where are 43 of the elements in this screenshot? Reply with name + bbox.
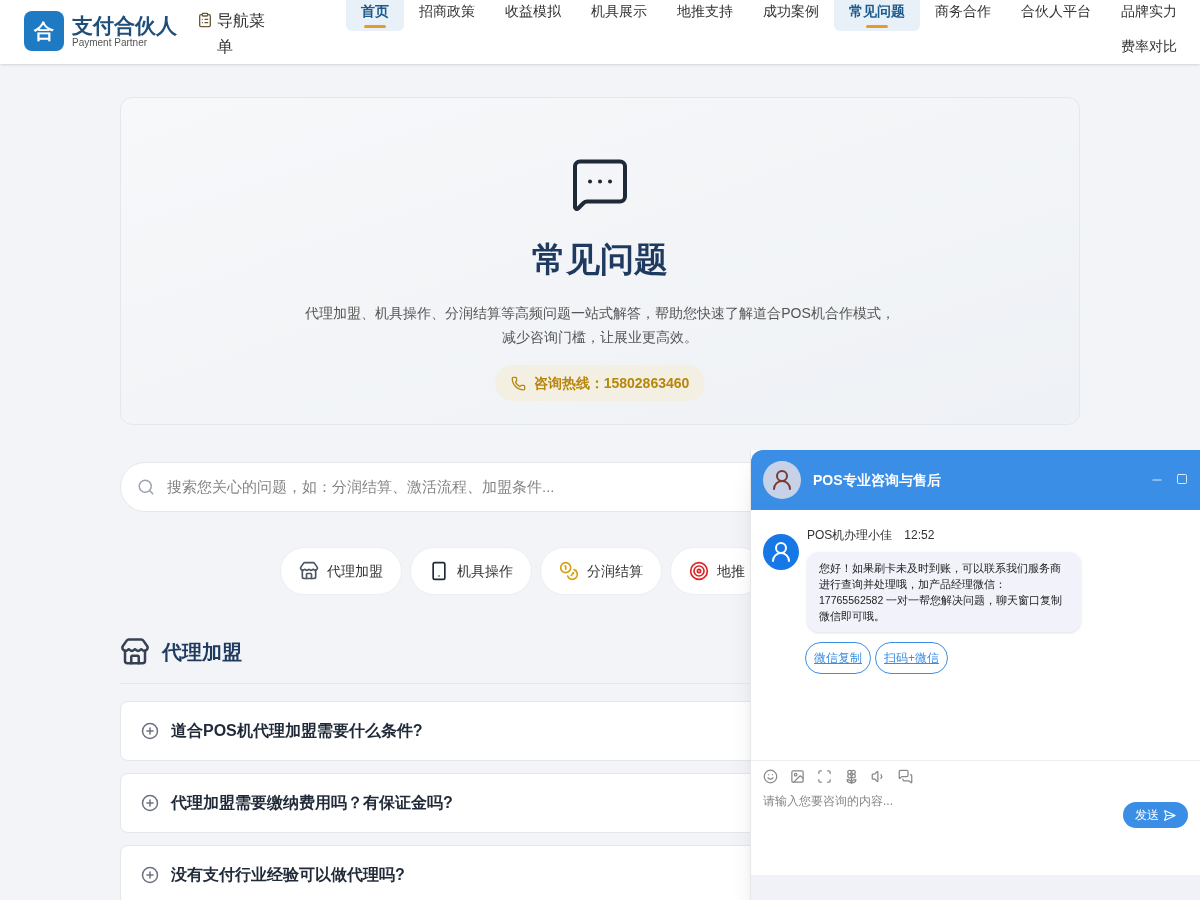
phone-icon (429, 561, 449, 581)
nav-tab[interactable]: 合伙人平台 (1006, 0, 1106, 31)
nav-tab[interactable]: 首页 (346, 0, 404, 31)
phone-icon (510, 375, 526, 391)
nav-tab[interactable]: 成功案例 (748, 0, 834, 31)
chat-title: POS专业咨询与售后 (813, 470, 941, 490)
agent-avatar-icon (763, 534, 799, 570)
search-icon (137, 478, 155, 496)
category-chip[interactable]: 分润结算 (540, 547, 662, 595)
shop-icon (120, 637, 150, 667)
screenshot-icon[interactable] (817, 769, 832, 784)
hotline-text: 咨询热线：15802863460 (533, 373, 690, 393)
nav-tab[interactable]: 地推支持 (662, 0, 748, 31)
category-chip[interactable]: 代理加盟 (280, 547, 402, 595)
menu-button[interactable]: 导航菜单 (197, 8, 277, 60)
send-icon (1163, 808, 1176, 822)
nav-tab[interactable]: 商务合作 (920, 0, 1006, 31)
image-icon[interactable] (790, 769, 805, 784)
clipboard-icon (197, 12, 213, 28)
maximize-icon[interactable] (1176, 473, 1188, 485)
message-time: 12:52 (904, 527, 935, 544)
logo-subtitle: Payment Partner (72, 37, 148, 48)
category-chip[interactable]: 机具操作 (410, 547, 532, 595)
avatar-icon (763, 461, 801, 499)
target-icon (689, 561, 709, 581)
logo-mark: 合 (24, 11, 64, 51)
nav-tab[interactable]: 机具展示 (576, 0, 662, 31)
nav-tab[interactable]: 收益模拟 (490, 0, 576, 31)
nav-tab[interactable]: 品牌实力 (1106, 0, 1192, 31)
hero-description: 代理加盟、机具操作、分润结算等高频问题一站式解答，帮助您快速了解道合POS机合作模式，减少咨询门槛，让展业更高效。 (304, 304, 896, 347)
nav-tab[interactable]: 费率对比 (1106, 35, 1192, 66)
message-bubble: 您好！如果刷卡未及时到账，可以联系我们服务商进行查询并处理哦，加产品经理微信：17765562582 一对一帮您解决问题，聊天窗口复制微信即可哦。 (807, 552, 1081, 632)
nav-tab[interactable]: 招商政策 (404, 0, 490, 31)
chat-icon[interactable] (898, 769, 913, 784)
section-title: 代理加盟 (162, 640, 242, 665)
logo-title: 支付合伙人 (72, 14, 177, 36)
page-title: 常见问题 (532, 239, 668, 280)
coins-icon (559, 561, 579, 581)
flower-icon[interactable] (844, 769, 859, 784)
emoji-icon[interactable] (763, 769, 778, 784)
nav-tab[interactable]: 常见问题 (834, 0, 920, 31)
shop-icon (299, 561, 319, 581)
sender-name: POS机办理小佳 (807, 527, 893, 544)
